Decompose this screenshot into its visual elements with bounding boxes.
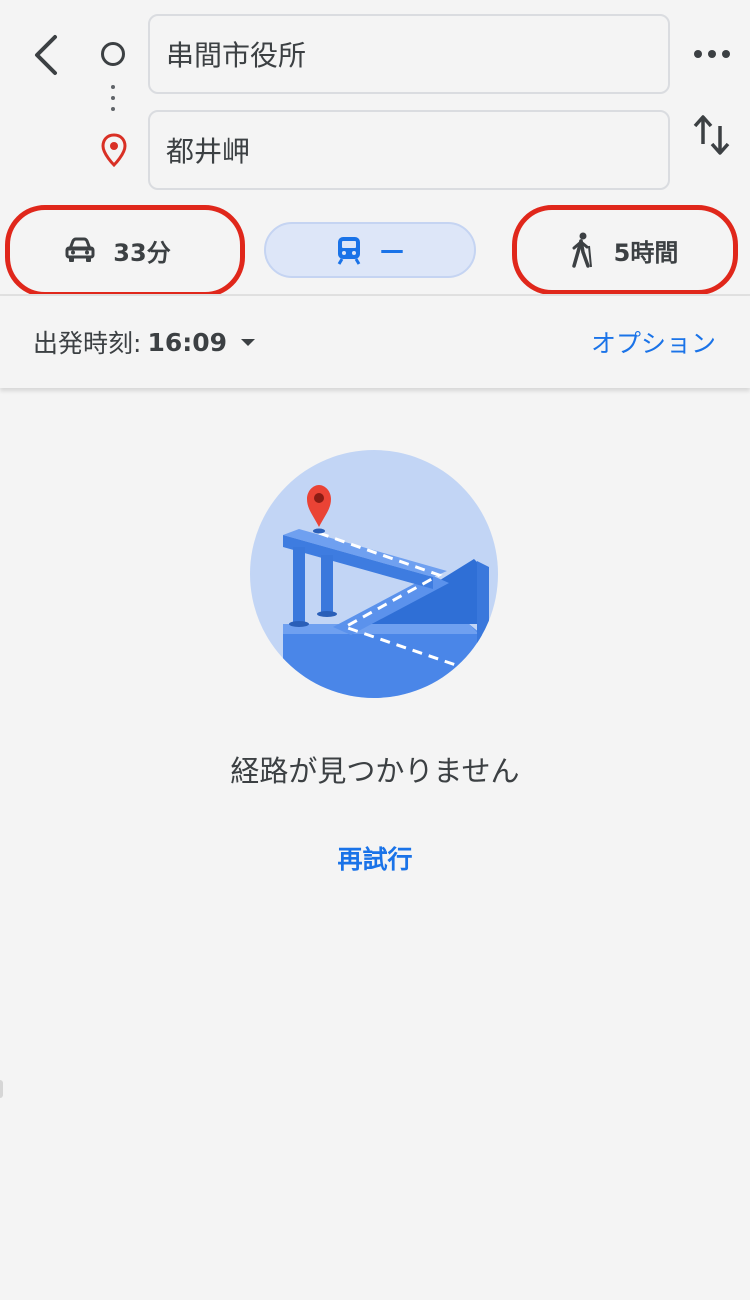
more-options-button[interactable] [690,38,734,70]
car-mode-tab[interactable]: 33分 [12,222,224,278]
more-icon [694,50,702,58]
back-arrow-icon [35,35,57,75]
departure-bar: 出発時刻: 16:09 オプション [0,296,750,388]
destination-pin-icon [101,133,127,167]
route-dots-icon [110,85,116,119]
train-icon [337,237,361,265]
departure-label: 出発時刻: [33,329,142,358]
departure-time-selector[interactable]: 出発時刻: 16:09 [33,324,256,360]
no-route-message: 経路が見つかりません [230,754,520,788]
car-icon [65,237,95,262]
transit-mode-tab[interactable]: — [264,222,476,278]
no-route-illustration [250,450,498,698]
dropdown-caret-icon [241,338,256,346]
origin-input[interactable]: 串間市役所 [148,14,670,94]
car-time: 33分 [113,238,171,267]
origin-circle-icon [101,42,125,66]
edge-handle [0,1080,3,1098]
walk-icon [571,232,592,268]
options-link[interactable]: オプション [591,324,716,360]
walk-time: 5時間 [613,238,679,267]
back-button[interactable] [22,28,70,82]
transit-time: — [380,236,404,264]
directions-header: 串間市役所 都井岬 33分 — 5時間 [0,0,750,297]
swap-icon[interactable] [690,110,734,160]
walk-mode-tab[interactable]: 5時間 [518,222,730,278]
destination-input[interactable]: 都井岬 [148,110,670,190]
departure-time: 16:09 [147,327,228,357]
retry-button[interactable]: 再試行 [0,840,750,876]
